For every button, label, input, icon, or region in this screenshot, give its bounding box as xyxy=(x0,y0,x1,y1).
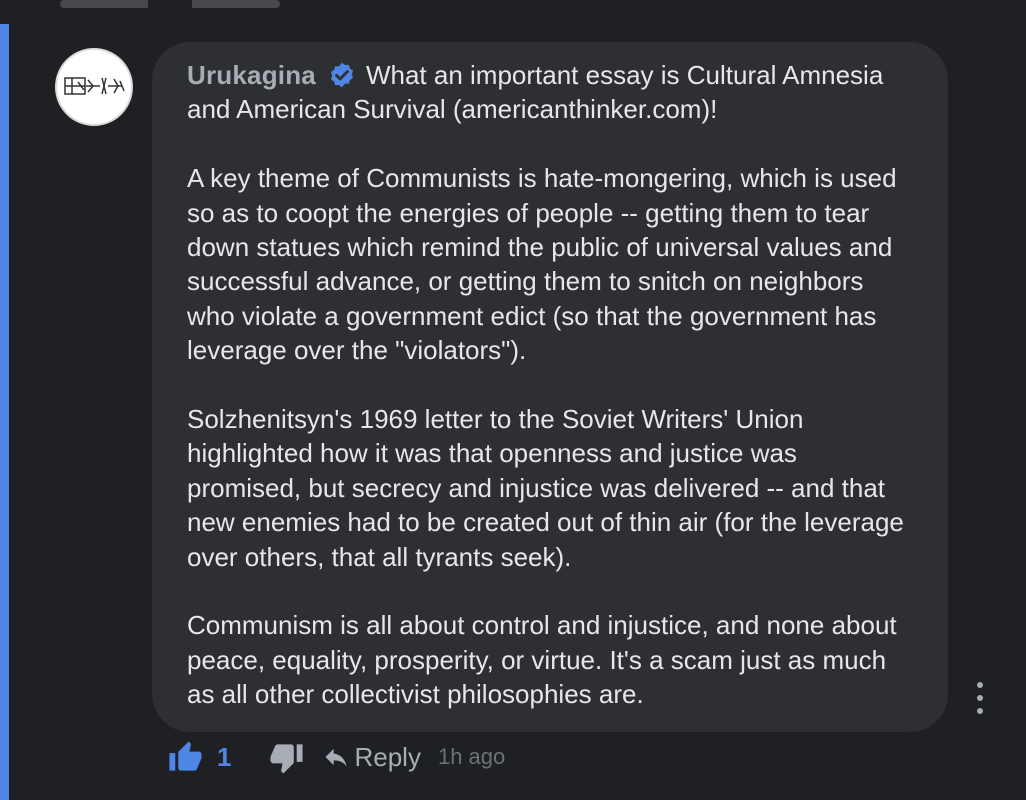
like-count: 1 xyxy=(217,741,232,772)
thread-line xyxy=(0,24,9,800)
comment-paragraph: A key theme of Communists is hate-monger… xyxy=(187,163,897,366)
more-vertical-icon-dot xyxy=(977,708,983,714)
comment-bubble: Urukagina What an important essay is Cul… xyxy=(152,42,948,732)
verified-badge-icon xyxy=(330,62,353,88)
comment-paragraph: Urukagina What an important essay is Cul… xyxy=(187,58,918,127)
thumbs-down-icon[interactable] xyxy=(269,740,304,775)
comment-actions: 1 Reply 1h ago xyxy=(168,737,505,777)
thumbs-up-icon[interactable] xyxy=(168,740,203,775)
previous-comment-fade xyxy=(60,0,280,8)
timestamp: 1h ago xyxy=(437,744,506,769)
comment-body: Urukagina What an important essay is Cul… xyxy=(187,58,918,712)
reply-label: Reply xyxy=(354,741,421,772)
reply-arrow-icon xyxy=(325,748,347,767)
reply-button[interactable]: Reply xyxy=(322,741,421,773)
author-name[interactable]: Urukagina xyxy=(187,60,316,90)
more-vertical-icon-dot xyxy=(977,682,983,688)
comment-paragraph: Communism is all about control and injus… xyxy=(187,610,897,710)
more-options-button[interactable] xyxy=(968,682,992,714)
more-vertical-icon-dot xyxy=(977,695,983,701)
avatar-cuneiform-icon xyxy=(64,77,125,95)
comment-paragraph: Solzhenitsyn's 1969 letter to the Soviet… xyxy=(187,404,904,572)
avatar[interactable] xyxy=(55,48,133,126)
